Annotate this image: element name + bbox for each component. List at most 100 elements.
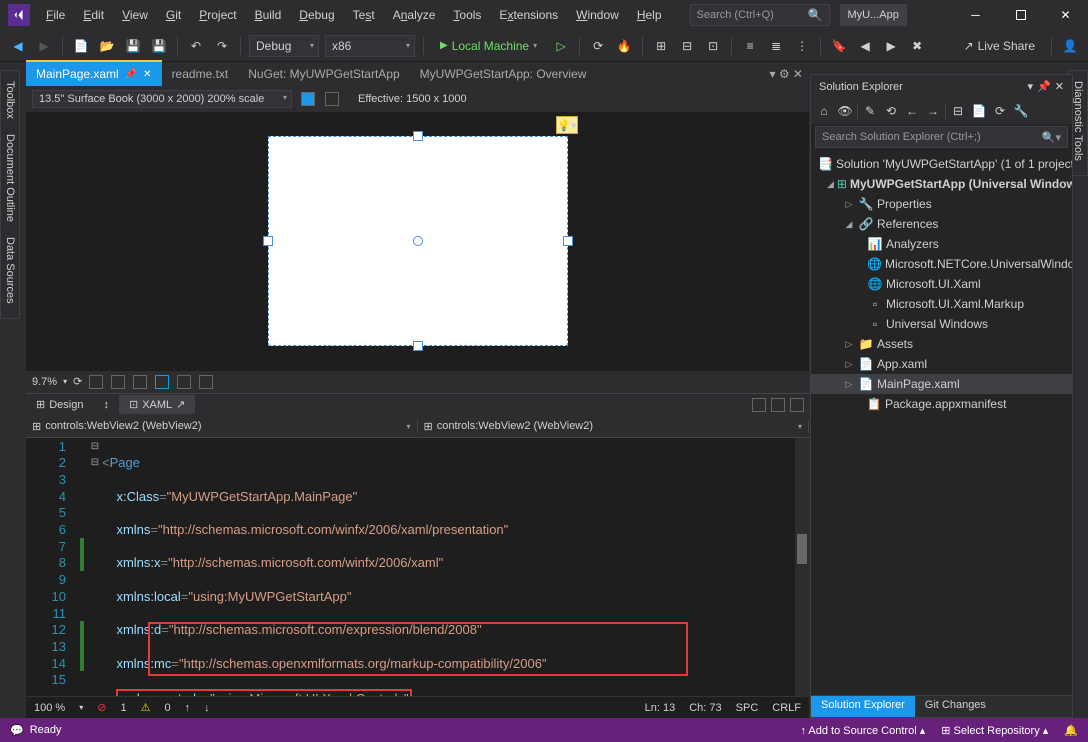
menu-extensions[interactable]: Extensions [491, 3, 566, 27]
scrollbar[interactable] [795, 438, 809, 697]
tb-icon-12[interactable]: ✖ [907, 36, 927, 56]
next-issue-icon[interactable]: ↓ [204, 702, 210, 714]
solution-tree[interactable]: 📑Solution 'MyUWPGetStartApp' (1 of 1 pro… [811, 150, 1072, 695]
tree-univwin[interactable]: ▫Universal Windows [811, 314, 1072, 334]
liveshare-button[interactable]: ↗ Live Share [956, 39, 1043, 53]
tree-uixaml[interactable]: 🌐Microsoft.UI.Xaml [811, 274, 1072, 294]
menu-tools[interactable]: Tools [445, 3, 489, 27]
platform-dropdown[interactable]: x86 [325, 35, 415, 57]
properties-icon[interactable]: 🔧 [1012, 104, 1030, 118]
orient-portrait-icon[interactable] [325, 92, 339, 106]
snap-icon[interactable] [111, 375, 125, 389]
menu-build[interactable]: Build [247, 3, 290, 27]
tree-manifest[interactable]: 📋Package.appxmanifest [811, 394, 1072, 414]
resize-handle-left[interactable] [263, 236, 273, 246]
effects2-icon[interactable] [177, 375, 191, 389]
show-all-icon[interactable]: 📄 [970, 104, 988, 118]
device-dropdown[interactable]: 13.5" Surface Book (3000 x 2000) 200% sc… [32, 90, 292, 108]
nav-member[interactable]: ⊞ controls:WebView2 (WebView2) [418, 420, 810, 433]
split-h-icon[interactable] [752, 398, 766, 412]
document-outline-tab[interactable]: Document Outline [4, 130, 16, 226]
menu-file[interactable]: File [38, 3, 73, 27]
forward-icon[interactable]: ▶ [34, 36, 54, 56]
line-indicator[interactable]: Ln: 13 [645, 702, 676, 714]
col-indicator[interactable]: Ch: 73 [689, 702, 721, 714]
notifications-icon[interactable]: 🔔 [1064, 724, 1078, 737]
scroll-thumb[interactable] [797, 534, 807, 564]
close-icon[interactable]: ✕ [1055, 80, 1064, 93]
design-mode-button[interactable]: ⊞ Design [26, 395, 93, 414]
config-dropdown[interactable]: Debug [249, 35, 319, 57]
grid-icon[interactable] [89, 375, 103, 389]
fit-icon[interactable]: ⟳ [73, 375, 82, 388]
warning-icon[interactable]: ⚠ [141, 701, 151, 714]
back-icon[interactable]: ← [903, 104, 921, 118]
menu-help[interactable]: Help [629, 3, 670, 27]
close-button[interactable]: ✕ [1043, 0, 1088, 30]
account-icon[interactable]: 👤 [1060, 36, 1080, 56]
zoom-level[interactable]: 9.7% [32, 376, 57, 388]
tab-overview[interactable]: MyUWPGetStartApp: Overview [410, 62, 597, 86]
switch-view-icon[interactable]: 👁 [836, 104, 854, 118]
design-surface[interactable]: 💡▾ [26, 112, 809, 371]
run-button[interactable]: ▶ Local Machine ▾ [432, 35, 545, 57]
tree-references[interactable]: ◢🔗References [811, 214, 1072, 234]
effects3-icon[interactable] [199, 375, 213, 389]
page-artboard[interactable] [268, 136, 568, 346]
tree-appxaml[interactable]: ▷📄App.xaml [811, 354, 1072, 374]
tb-icon-5[interactable]: ⊡ [703, 36, 723, 56]
tree-assets[interactable]: ▷📁Assets [811, 334, 1072, 354]
menu-view[interactable]: View [114, 3, 156, 27]
refresh-icon[interactable]: ⟳ [991, 104, 1009, 118]
back-icon[interactable]: ◀ [8, 36, 28, 56]
tb-icon-10[interactable]: ◀ [855, 36, 875, 56]
resize-handle-top[interactable] [413, 131, 423, 141]
lightbulb-icon[interactable]: 💡▾ [556, 116, 578, 134]
tb-icon-3[interactable]: ⊞ [651, 36, 671, 56]
new-item-icon[interactable]: 📄 [71, 36, 91, 56]
menu-git[interactable]: Git [158, 3, 189, 27]
collapse-all-icon[interactable]: ⊟ [949, 104, 967, 118]
snap2-icon[interactable] [133, 375, 147, 389]
effects-icon[interactable] [155, 375, 169, 389]
tb-icon-11[interactable]: ▶ [881, 36, 901, 56]
tree-netcore[interactable]: 🌐Microsoft.NETCore.UniversalWindowsPlatf… [811, 254, 1072, 274]
save-icon[interactable]: 💾 [123, 36, 143, 56]
swap-panes-button[interactable]: ↕ [93, 396, 119, 414]
undo-icon[interactable]: ↶ [186, 36, 206, 56]
tree-uixamlmarkup[interactable]: ▫Microsoft.UI.Xaml.Markup [811, 294, 1072, 314]
tab-readme[interactable]: readme.txt [162, 62, 239, 86]
diagnostic-tools-tab[interactable]: Diagnostic Tools [1072, 77, 1084, 165]
tree-mainpage[interactable]: ▷📄MainPage.xaml [811, 374, 1072, 394]
home-icon[interactable]: ⌂ [815, 104, 833, 118]
nav-scope[interactable]: ⊞ controls:WebView2 (WebView2) [26, 420, 418, 433]
pin-icon[interactable]: 📌 [125, 69, 137, 80]
menu-window[interactable]: Window [568, 3, 627, 27]
add-source-control-button[interactable]: ↑ Add to Source Control ▴ [800, 724, 925, 737]
tb-icon-2[interactable]: 🔥 [614, 36, 634, 56]
menu-edit[interactable]: Edit [75, 3, 112, 27]
tree-project[interactable]: ◢⊞MyUWPGetStartApp (Universal Windows) [811, 174, 1072, 194]
eol-indicator[interactable]: CRLF [772, 702, 801, 714]
pin-icon[interactable]: 📌 [1037, 80, 1051, 93]
indent-indicator[interactable]: SPC [736, 702, 759, 714]
error-icon[interactable]: ⊘ [97, 701, 106, 714]
tb-icon-9[interactable]: 🔖 [829, 36, 849, 56]
redo-icon[interactable]: ↷ [212, 36, 232, 56]
orient-landscape-icon[interactable] [301, 92, 315, 106]
save-all-icon[interactable]: 💾 [149, 36, 169, 56]
menu-debug[interactable]: Debug [291, 3, 342, 27]
menu-project[interactable]: Project [191, 3, 244, 27]
fwd-icon[interactable]: → [924, 104, 942, 118]
tb-icon-8[interactable]: ⋮ [792, 36, 812, 56]
collapse-icon[interactable] [790, 398, 804, 412]
tree-properties[interactable]: ▷🔧Properties [811, 194, 1072, 214]
tree-solution[interactable]: 📑Solution 'MyUWPGetStartApp' (1 of 1 pro… [811, 154, 1072, 174]
maximize-button[interactable] [998, 0, 1043, 30]
data-sources-tab[interactable]: Data Sources [4, 233, 16, 308]
toolbox-tab[interactable]: Toolbox [4, 77, 16, 123]
search-input[interactable]: Search (Ctrl+Q) 🔍 [690, 4, 830, 26]
tb-icon-1[interactable]: ⟳ [588, 36, 608, 56]
resize-handle-right[interactable] [563, 236, 573, 246]
open-icon[interactable]: 📂 [97, 36, 117, 56]
